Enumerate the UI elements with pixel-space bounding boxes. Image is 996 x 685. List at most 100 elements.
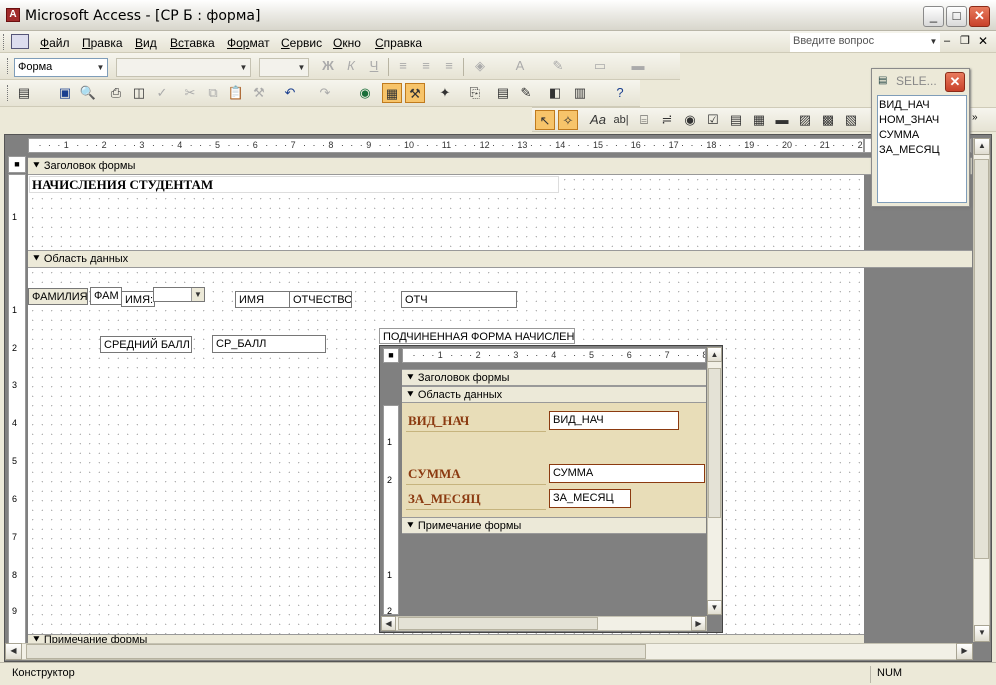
subform-footer-band[interactable]: ⯆ Примечание формы bbox=[402, 517, 706, 534]
fill-color-icon[interactable]: ◈ bbox=[470, 56, 490, 76]
menu-window[interactable]: Окно bbox=[333, 36, 361, 50]
sr-ball-field[interactable]: СР_БАЛЛ bbox=[212, 335, 326, 353]
command-button-icon[interactable]: ▬ bbox=[772, 110, 792, 130]
toolbox-icon[interactable]: ⚒ bbox=[405, 83, 425, 103]
main-vertical-scrollbar[interactable]: ▲ ▼ bbox=[973, 138, 990, 642]
print-preview-icon[interactable]: ◫ bbox=[129, 83, 149, 103]
bold-icon[interactable]: Ж bbox=[318, 56, 338, 76]
za-mesyac-label[interactable]: ЗА_МЕСЯЦ bbox=[406, 488, 546, 510]
doc-close-button[interactable]: ✕ bbox=[978, 34, 988, 48]
label-tool-icon[interactable]: Aa bbox=[588, 110, 608, 130]
border-width-icon[interactable]: ▭ bbox=[590, 56, 610, 76]
sr-ball-label[interactable]: СРЕДНИЙ БАЛЛ bbox=[100, 336, 192, 353]
scroll-thumb[interactable] bbox=[708, 368, 721, 518]
scroll-left-icon[interactable]: ◀ bbox=[381, 616, 396, 631]
access-icon[interactable]: A bbox=[6, 8, 20, 22]
format-painter-icon[interactable]: ⚒ bbox=[249, 83, 269, 103]
scroll-thumb[interactable] bbox=[974, 159, 989, 559]
vid-nach-field[interactable]: ВИД_НАЧ bbox=[549, 411, 679, 430]
form-selector[interactable]: ■ bbox=[8, 156, 26, 173]
option-group-icon[interactable]: ⌸ bbox=[634, 110, 654, 130]
toolbar-grip[interactable] bbox=[3, 34, 6, 50]
control-wizards-icon[interactable]: ✧ bbox=[558, 110, 578, 130]
doc-restore-button[interactable]: ❐ bbox=[960, 34, 970, 47]
field-list-item[interactable]: ЗА_МЕСЯЦ bbox=[879, 143, 965, 158]
detail-band[interactable]: ⯆ Область данных bbox=[28, 250, 972, 268]
subform-header-band[interactable]: ⯆ Заголовок формы bbox=[402, 369, 706, 386]
save-icon[interactable]: ▣ bbox=[55, 83, 75, 103]
cut-icon[interactable]: ✂ bbox=[180, 83, 200, 103]
redo-icon[interactable]: ↷ bbox=[315, 83, 335, 103]
main-horizontal-scrollbar[interactable]: ◀ ▶ bbox=[5, 643, 973, 660]
subform-label[interactable]: ПОДЧИНЕННАЯ ФОРМА НАЧИСЛЕНИЯ bbox=[379, 328, 575, 344]
print-icon[interactable]: ⎙ bbox=[106, 83, 126, 103]
underline-icon[interactable]: Ч bbox=[364, 56, 384, 76]
align-left-icon[interactable]: ≡ bbox=[393, 56, 413, 76]
option-button-icon[interactable]: ◉ bbox=[680, 110, 700, 130]
help-search-input[interactable]: Введите вопрос ▼ bbox=[790, 33, 940, 52]
image-tool-icon[interactable]: ▨ bbox=[795, 110, 815, 130]
header-title-label[interactable]: НАЧИСЛЕНИЯ СТУДЕНТАМ bbox=[29, 176, 559, 193]
database-window-icon[interactable]: ◧ bbox=[545, 83, 565, 103]
properties-icon[interactable]: ▤ bbox=[493, 83, 513, 103]
file-search-icon[interactable]: 🔍 bbox=[78, 83, 98, 103]
menu-insert[interactable]: Вставка bbox=[170, 36, 215, 50]
summa-field[interactable]: СУММА bbox=[549, 464, 705, 483]
copy-icon[interactable]: ⧉ bbox=[203, 83, 223, 103]
toolbar-grip[interactable] bbox=[7, 85, 10, 101]
za-mesyac-field[interactable]: ЗА_МЕСЯЦ bbox=[549, 489, 631, 508]
scroll-down-icon[interactable]: ▼ bbox=[707, 600, 722, 615]
bound-frame-icon[interactable]: ▧ bbox=[841, 110, 861, 130]
imya-label[interactable]: ИМЯ: bbox=[121, 291, 155, 307]
special-effect-icon[interactable]: ▬ bbox=[628, 56, 648, 76]
scroll-thumb[interactable] bbox=[26, 644, 646, 659]
paste-icon[interactable]: 📋 bbox=[226, 83, 246, 103]
help-icon[interactable]: ? bbox=[610, 83, 630, 103]
list-box-tool-icon[interactable]: ▦ bbox=[749, 110, 769, 130]
scroll-right-icon[interactable]: ▶ bbox=[691, 616, 706, 631]
familia-label[interactable]: ФАМИЛИЯ: bbox=[28, 288, 88, 305]
menu-format[interactable]: Формат bbox=[227, 36, 270, 50]
menu-help[interactable]: Справка bbox=[375, 36, 422, 50]
italic-icon[interactable]: К bbox=[341, 56, 361, 76]
scroll-down-icon[interactable]: ▼ bbox=[974, 625, 990, 642]
field-list-icon[interactable]: ▦ bbox=[382, 83, 402, 103]
subform-selector[interactable]: ■ bbox=[383, 348, 399, 363]
toggle-button-icon[interactable]: ≓ bbox=[657, 110, 677, 130]
doc-minimize-button[interactable]: – bbox=[944, 35, 950, 47]
scroll-thumb[interactable] bbox=[398, 617, 598, 630]
toolbar-options-icon[interactable]: » bbox=[972, 112, 978, 123]
font-name-combo[interactable]: ▼ bbox=[116, 58, 251, 77]
imya-field[interactable]: ИМЯ bbox=[235, 291, 290, 308]
minimize-button[interactable]: _ bbox=[923, 6, 944, 27]
spelling-icon[interactable]: ✓ bbox=[152, 83, 172, 103]
menu-tools[interactable]: Сервис bbox=[281, 36, 322, 50]
combo-box-tool-icon[interactable]: ▤ bbox=[726, 110, 746, 130]
scroll-up-icon[interactable]: ▲ bbox=[974, 138, 990, 155]
select-objects-icon[interactable]: ↖ bbox=[535, 110, 555, 130]
subform-detail-band[interactable]: ⯆ Область данных bbox=[402, 386, 706, 403]
vid-nach-label[interactable]: ВИД_НАЧ bbox=[406, 410, 546, 432]
textbox-tool-icon[interactable]: ab| bbox=[611, 110, 631, 130]
scroll-left-icon[interactable]: ◀ bbox=[5, 643, 22, 660]
maximize-button[interactable]: □ bbox=[946, 6, 967, 27]
menu-file[interactable]: Файл bbox=[40, 36, 70, 50]
subform-vertical-scrollbar[interactable]: ▲ ▼ bbox=[707, 347, 722, 615]
fam-field[interactable]: ФАМ bbox=[90, 287, 122, 305]
close-button[interactable]: ✕ bbox=[969, 6, 990, 27]
scroll-right-icon[interactable]: ▶ bbox=[956, 643, 973, 660]
chevron-down-icon[interactable]: ▼ bbox=[191, 288, 204, 301]
summa-label[interactable]: СУММА bbox=[406, 463, 546, 485]
align-center-icon[interactable]: ≡ bbox=[416, 56, 436, 76]
imya-combo[interactable]: ▼ bbox=[153, 287, 205, 302]
line-color-icon[interactable]: ✎ bbox=[548, 56, 568, 76]
unbound-frame-icon[interactable]: ▩ bbox=[818, 110, 838, 130]
field-list-item[interactable]: ВИД_НАЧ bbox=[879, 98, 965, 113]
view-icon[interactable]: ▤ bbox=[14, 83, 34, 103]
code-icon[interactable]: ⎘ bbox=[465, 83, 485, 103]
subform-horizontal-scrollbar[interactable]: ◀ ▶ bbox=[381, 616, 707, 631]
form-header-band[interactable]: ⯆ Заголовок формы bbox=[28, 157, 972, 175]
otchestvo-label[interactable]: ОТЧЕСТВО: bbox=[289, 291, 352, 308]
font-color-icon[interactable]: A bbox=[510, 56, 530, 76]
menu-edit[interactable]: Правка bbox=[82, 36, 123, 50]
